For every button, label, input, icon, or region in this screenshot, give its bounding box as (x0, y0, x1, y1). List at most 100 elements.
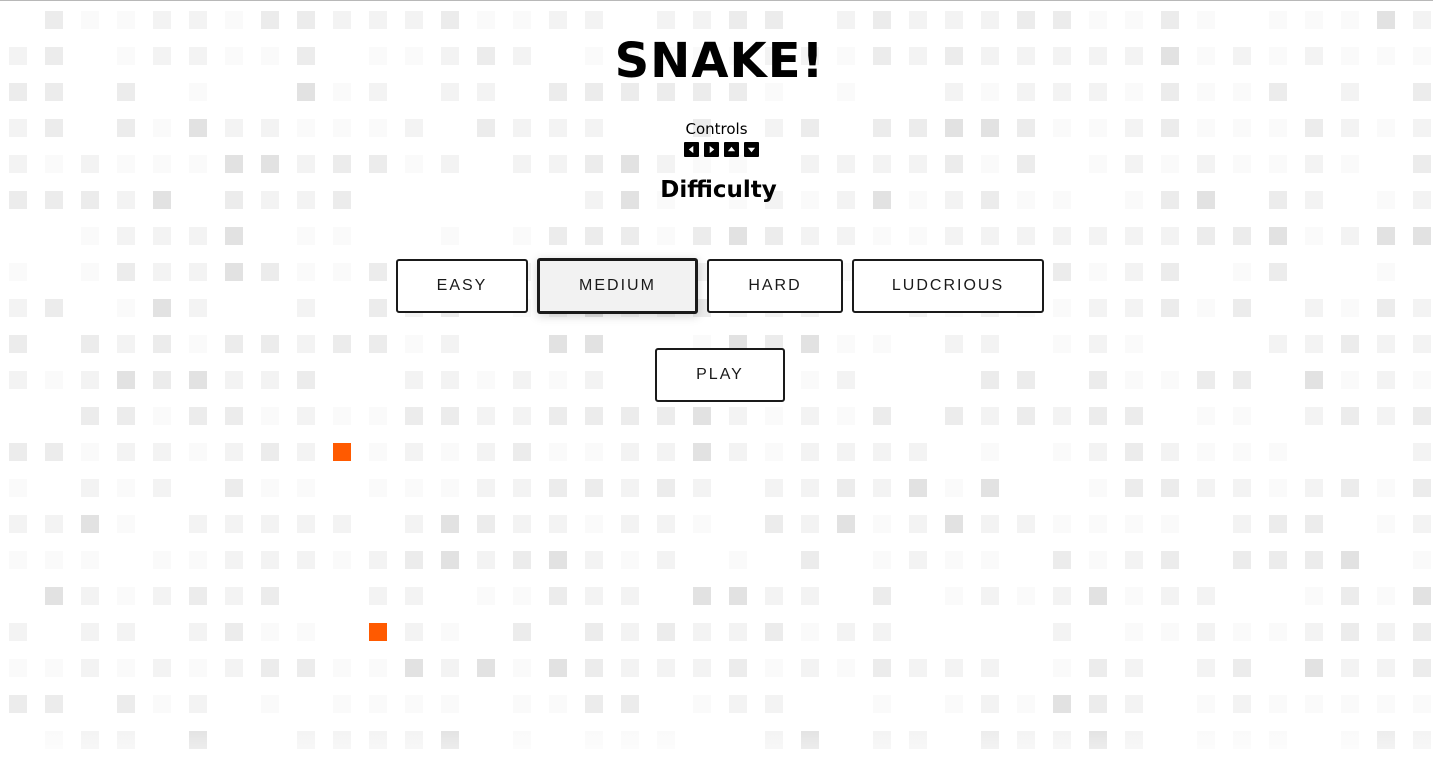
board-tile (657, 515, 675, 533)
board-tile (801, 659, 819, 677)
board-tile (1341, 11, 1359, 29)
board-tile (1413, 155, 1431, 173)
board-tile (837, 479, 855, 497)
difficulty-heading: Difficulty (660, 177, 777, 203)
board-tile (1377, 587, 1395, 605)
board-tile (369, 299, 387, 317)
board-tile (1161, 551, 1179, 569)
board-tile (513, 587, 531, 605)
board-tile (189, 335, 207, 353)
board-tile (1125, 299, 1143, 317)
board-tile (621, 443, 639, 461)
board-tile (549, 335, 567, 353)
board-tile (981, 479, 999, 497)
board-tile (477, 551, 495, 569)
board-tile (1089, 695, 1107, 713)
board-tile (1377, 227, 1395, 245)
board-tile (657, 407, 675, 425)
board-tile (1305, 659, 1323, 677)
board-tile (405, 479, 423, 497)
board-tile (1161, 623, 1179, 641)
board-tile (729, 515, 747, 533)
board-tile (1053, 479, 1071, 497)
board-tile (693, 731, 711, 749)
board-tile (657, 587, 675, 605)
board-tile (333, 695, 351, 713)
board-tile (549, 227, 567, 245)
difficulty-hard-button[interactable]: HARD (707, 259, 843, 313)
board-tile (153, 623, 171, 641)
board-tile (837, 731, 855, 749)
board-tile (1089, 731, 1107, 749)
board-tile (333, 659, 351, 677)
board-tile (1233, 443, 1251, 461)
board-tile (441, 479, 459, 497)
difficulty-easy-button[interactable]: EASY (396, 259, 528, 313)
board-tile (45, 371, 63, 389)
board-tile (189, 83, 207, 101)
board-tile (549, 83, 567, 101)
board-tile (117, 479, 135, 497)
board-tile (513, 335, 531, 353)
food-cell (333, 443, 351, 461)
board-tile (729, 227, 747, 245)
board-tile (441, 83, 459, 101)
board-tile (585, 479, 603, 497)
board-tile (261, 659, 279, 677)
board-tile (837, 227, 855, 245)
board-tile (405, 695, 423, 713)
board-tile (1269, 155, 1287, 173)
board-tile (1089, 659, 1107, 677)
play-button[interactable]: PLAY (655, 348, 785, 402)
board-tile (81, 371, 99, 389)
board-tile (549, 515, 567, 533)
board-tile (729, 443, 747, 461)
board-tile (801, 479, 819, 497)
board-tile (1377, 11, 1395, 29)
board-tile (729, 551, 747, 569)
board-tile (45, 335, 63, 353)
board-tile (1125, 731, 1143, 749)
board-tile (765, 515, 783, 533)
board-tile (1053, 695, 1071, 713)
board-tile (1017, 83, 1035, 101)
board-tile (225, 515, 243, 533)
board-tile (1233, 731, 1251, 749)
board-tile (225, 587, 243, 605)
board-tile (909, 623, 927, 641)
board-tile (1089, 515, 1107, 533)
board-tile (153, 11, 171, 29)
board-tile (1017, 587, 1035, 605)
board-tile (657, 551, 675, 569)
board-tile (801, 335, 819, 353)
board-tile (585, 623, 603, 641)
board-tile (765, 587, 783, 605)
board-tile (297, 659, 315, 677)
board-tile (945, 11, 963, 29)
board-tile (729, 479, 747, 497)
board-tile (1197, 407, 1215, 425)
board-tile (513, 11, 531, 29)
board-tile (441, 11, 459, 29)
board-tile (1125, 479, 1143, 497)
board-tile (513, 623, 531, 641)
board-tile (477, 371, 495, 389)
board-tile (477, 227, 495, 245)
board-tile (909, 659, 927, 677)
board-tile (441, 515, 459, 533)
board-tile (657, 731, 675, 749)
board-tile (1017, 335, 1035, 353)
board-tile (333, 83, 351, 101)
difficulty-ludcrious-button[interactable]: LUDCRIOUS (852, 259, 1044, 313)
board-tile (1017, 227, 1035, 245)
board-tile (693, 695, 711, 713)
board-tile (297, 335, 315, 353)
board-tile (1125, 623, 1143, 641)
board-tile (549, 443, 567, 461)
board-tile (1305, 335, 1323, 353)
difficulty-medium-button[interactable]: MEDIUM (537, 258, 698, 314)
down-arrow-key-icon (744, 142, 759, 157)
board-tile (621, 479, 639, 497)
board-tile (909, 695, 927, 713)
board-tile (1269, 695, 1287, 713)
